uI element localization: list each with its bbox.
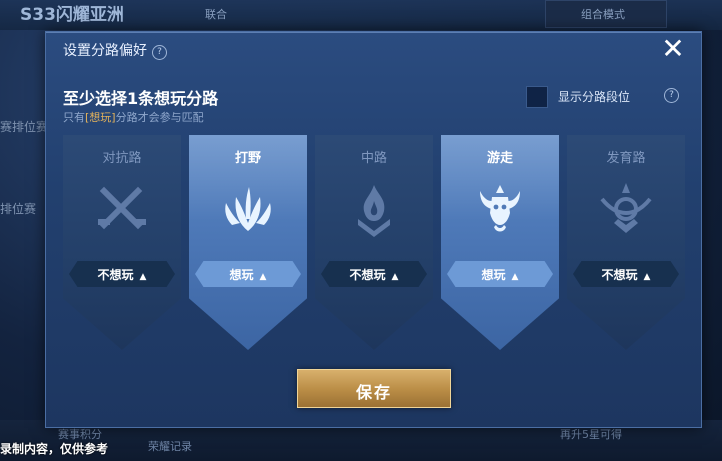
help-icon[interactable]: ? <box>664 88 679 103</box>
chevron-up-icon: ▲ <box>643 272 651 282</box>
lane-card-roam[interactable]: 游走 想玩 ▲ <box>441 135 559 350</box>
tusk-mask-icon <box>480 185 520 232</box>
lobby-side-label: 赛排位赛 <box>0 120 49 134</box>
lane-name: 对抗路 <box>102 151 142 166</box>
lane-name: 游走 <box>486 151 513 166</box>
save-button[interactable]: 保存 <box>297 369 451 408</box>
lane-name: 中路 <box>360 151 387 166</box>
lobby-mode-panel: 组合模式 <box>545 0 667 28</box>
claw-plant-icon <box>225 187 271 231</box>
lobby-side-label: 排位赛 <box>0 202 37 216</box>
lane-name: 发育路 <box>606 151 646 166</box>
lane-card-top[interactable]: 对抗路 不想玩 ▲ <box>63 135 181 350</box>
show-lane-rank-label: 显示分路段位 <box>558 90 631 104</box>
chevron-up-icon: ▲ <box>391 272 399 282</box>
lane-card-bottom[interactable]: 发育路 不想玩 ▲ <box>567 135 685 350</box>
close-icon: ✕ <box>661 32 685 65</box>
lane-name: 打野 <box>234 151 261 166</box>
flame-icon <box>358 185 390 237</box>
chevron-up-icon: ▲ <box>259 272 267 282</box>
lobby-tag: 联合 <box>205 8 227 21</box>
show-lane-rank-checkbox[interactable] <box>526 86 548 108</box>
dialog-title: 设置分路偏好? <box>63 40 167 60</box>
dialog-heading: 至少选择1条想玩分路 <box>63 89 219 108</box>
lane-card-jungle[interactable]: 打野 想玩 ▲ <box>189 135 307 350</box>
chevron-up-icon: ▲ <box>139 272 147 282</box>
dialog-subline: 只有[想玩]分路才会参与匹配 <box>63 111 204 124</box>
crossed-swords-icon <box>98 186 146 230</box>
recording-watermark: 录制内容，仅供参考 <box>0 442 109 456</box>
help-icon[interactable]: ? <box>152 45 167 60</box>
chevron-up-icon: ▲ <box>511 272 519 282</box>
lobby-bottom-item: 荣耀记录 <box>148 440 192 453</box>
lane-toggle-button[interactable]: 不想玩 ▲ <box>69 261 175 287</box>
season-title: S33闪耀亚洲 <box>20 5 124 25</box>
lane-card-mid[interactable]: 中路 不想玩 ▲ <box>315 135 433 350</box>
lane-preference-dialog: 设置分路偏好? ✕ 至少选择1条想玩分路 只有[想玩]分路才会参与匹配 显示分路… <box>45 31 702 428</box>
lane-toggle-button[interactable]: 不想玩 ▲ <box>321 261 427 287</box>
lobby-bottom-item: 再升5星可得 <box>560 428 622 441</box>
lane-toggle-button[interactable]: 不想玩 ▲ <box>573 261 679 287</box>
bow-crest-icon <box>600 183 652 233</box>
lane-toggle-button[interactable]: 想玩 ▲ <box>195 261 301 287</box>
close-button[interactable]: ✕ <box>658 34 688 64</box>
lane-toggle-button[interactable]: 想玩 ▲ <box>447 261 553 287</box>
